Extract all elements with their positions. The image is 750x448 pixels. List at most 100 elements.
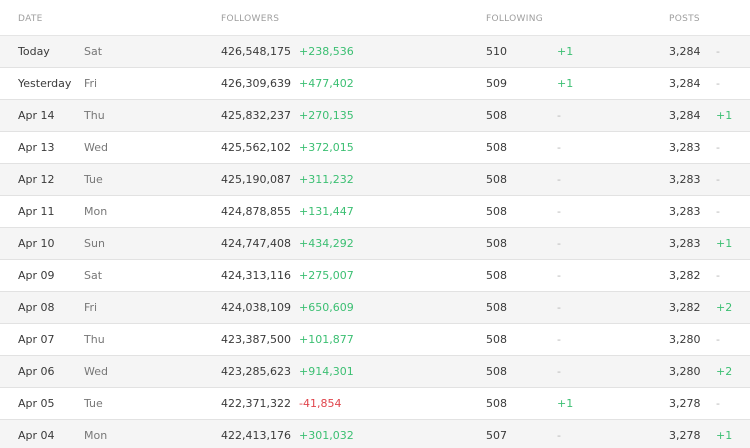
row-posts-delta: +1 (716, 429, 733, 442)
row-day: Tue (84, 397, 103, 410)
table-row: Apr 09 Sat 424,313,116 +275,007 508 - 3,… (0, 260, 750, 292)
row-posts: 3,280 (669, 365, 701, 378)
row-followers-delta: +372,015 (299, 141, 354, 154)
row-following: 508 (486, 365, 507, 378)
row-following-delta: - (557, 301, 561, 314)
row-posts-delta: - (716, 45, 720, 58)
header-followers[interactable]: FOLLOWERS (221, 14, 279, 24)
row-following: 508 (486, 269, 507, 282)
table-row: Apr 12 Tue 425,190,087 +311,232 508 - 3,… (0, 164, 750, 196)
row-date: Apr 04 (18, 429, 55, 442)
row-followers: 422,413,176 (221, 429, 291, 442)
row-day: Mon (84, 429, 108, 442)
row-posts-delta: +2 (716, 301, 733, 314)
row-following-delta: - (557, 205, 561, 218)
row-followers-delta: +131,447 (299, 205, 354, 218)
row-following-delta: - (557, 237, 561, 250)
row-following: 508 (486, 141, 507, 154)
row-followers-delta: +914,301 (299, 365, 354, 378)
row-following: 508 (486, 205, 507, 218)
row-posts-delta: - (716, 173, 720, 186)
row-day: Fri (84, 301, 98, 314)
table-row: Apr 05 Tue 422,371,322 -41,854 508 +1 3,… (0, 388, 750, 420)
row-posts: 3,283 (669, 141, 701, 154)
row-following-delta: - (557, 333, 561, 346)
row-date: Yesterday (18, 77, 72, 90)
header-following[interactable]: FOLLOWING (486, 14, 543, 24)
row-posts-delta: - (716, 205, 720, 218)
row-followers: 423,387,500 (221, 333, 291, 346)
row-followers-delta: +434,292 (299, 237, 354, 250)
row-day: Thu (84, 333, 105, 346)
row-followers: 422,371,322 (221, 397, 291, 410)
row-following-delta: +1 (557, 45, 574, 58)
row-posts: 3,284 (669, 45, 701, 58)
row-followers-delta: +101,877 (299, 333, 354, 346)
row-posts: 3,280 (669, 333, 701, 346)
row-followers-delta: +275,007 (299, 269, 354, 282)
row-day: Mon (84, 205, 108, 218)
row-posts: 3,284 (669, 109, 701, 122)
row-followers-delta: +477,402 (299, 77, 354, 90)
row-day: Sat (84, 269, 103, 282)
row-posts: 3,278 (669, 429, 701, 442)
row-followers-delta: +301,032 (299, 429, 354, 442)
row-date: Apr 13 (18, 141, 55, 154)
row-posts-delta: - (716, 397, 720, 410)
row-following: 510 (486, 45, 507, 58)
row-followers-delta: +650,609 (299, 301, 354, 314)
row-posts: 3,283 (669, 205, 701, 218)
row-followers: 425,832,237 (221, 109, 291, 122)
row-following-delta: - (557, 429, 561, 442)
header-date[interactable]: DATE (18, 14, 43, 24)
row-followers: 424,038,109 (221, 301, 291, 314)
row-following: 508 (486, 301, 507, 314)
row-following-delta: +1 (557, 77, 574, 90)
row-following: 508 (486, 237, 507, 250)
row-day: Fri (84, 77, 98, 90)
row-posts: 3,283 (669, 237, 701, 250)
row-followers-delta: +238,536 (299, 45, 354, 58)
row-followers: 424,747,408 (221, 237, 291, 250)
row-date: Apr 09 (18, 269, 55, 282)
row-day: Sun (84, 237, 105, 250)
row-posts-delta: +1 (716, 237, 733, 250)
row-date: Apr 08 (18, 301, 55, 314)
row-followers: 426,309,639 (221, 77, 291, 90)
row-date: Apr 12 (18, 173, 55, 186)
row-posts: 3,282 (669, 269, 701, 282)
row-date: Apr 10 (18, 237, 55, 250)
row-following-delta: - (557, 141, 561, 154)
row-following-delta: - (557, 109, 561, 122)
table-row: Apr 10 Sun 424,747,408 +434,292 508 - 3,… (0, 228, 750, 260)
row-following-delta: - (557, 173, 561, 186)
row-date: Apr 06 (18, 365, 55, 378)
table-header: DATE FOLLOWERS FOLLOWING POSTS (0, 0, 750, 36)
row-following: 508 (486, 173, 507, 186)
row-posts-delta: +1 (716, 109, 733, 122)
row-date: Apr 07 (18, 333, 55, 346)
row-following: 508 (486, 333, 507, 346)
table-row: Apr 13 Wed 425,562,102 +372,015 508 - 3,… (0, 132, 750, 164)
table-row: Apr 14 Thu 425,832,237 +270,135 508 - 3,… (0, 100, 750, 132)
row-posts: 3,284 (669, 77, 701, 90)
row-posts-delta: - (716, 141, 720, 154)
header-posts[interactable]: POSTS (669, 14, 700, 24)
row-following-delta: - (557, 269, 561, 282)
table-row: Yesterday Fri 426,309,639 +477,402 509 +… (0, 68, 750, 100)
row-followers: 425,190,087 (221, 173, 291, 186)
row-following-delta: - (557, 365, 561, 378)
row-date: Apr 11 (18, 205, 55, 218)
table-row: Apr 11 Mon 424,878,855 +131,447 508 - 3,… (0, 196, 750, 228)
row-date: Apr 05 (18, 397, 55, 410)
row-followers: 423,285,623 (221, 365, 291, 378)
row-posts-delta: - (716, 269, 720, 282)
row-date: Today (18, 45, 50, 58)
row-day: Tue (84, 173, 103, 186)
row-followers: 426,548,175 (221, 45, 291, 58)
table-row: Today Sat 426,548,175 +238,536 510 +1 3,… (0, 36, 750, 68)
row-followers: 424,878,855 (221, 205, 291, 218)
table-row: Apr 08 Fri 424,038,109 +650,609 508 - 3,… (0, 292, 750, 324)
row-posts-delta: - (716, 333, 720, 346)
row-followers: 425,562,102 (221, 141, 291, 154)
